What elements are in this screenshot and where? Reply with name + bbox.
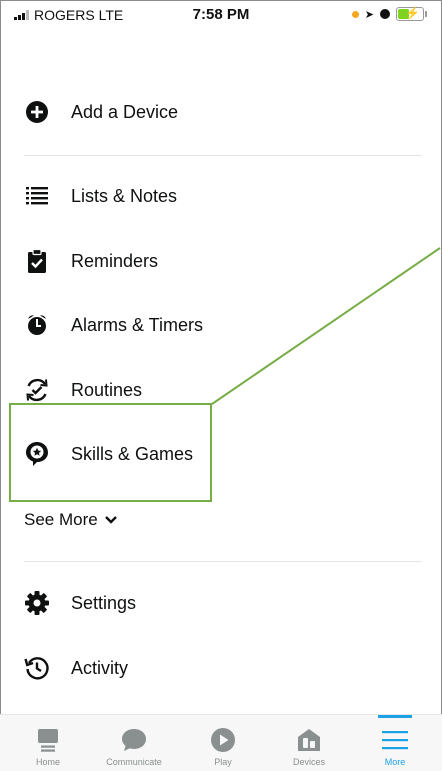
hamburger-menu-icon <box>381 727 409 753</box>
tab-home[interactable]: Home <box>8 715 88 771</box>
tab-bar: Home Communicate Play Devices More <box>0 714 442 771</box>
tab-communicate[interactable]: Communicate <box>94 715 174 771</box>
tab-label-devices: Devices <box>292 757 325 767</box>
tab-label-play: Play <box>214 757 232 767</box>
tab-label-communicate: Communicate <box>106 757 162 767</box>
tab-more[interactable]: More <box>355 715 435 771</box>
devices-house-icon <box>295 727 323 753</box>
tab-devices[interactable]: Devices <box>269 715 349 771</box>
speech-bubble-icon <box>120 727 148 753</box>
play-icon <box>209 727 237 753</box>
tab-play[interactable]: Play <box>183 715 263 771</box>
tab-label-more: More <box>384 757 406 767</box>
home-icon <box>34 727 62 753</box>
annotation-line <box>211 247 441 405</box>
tab-label-home: Home <box>35 757 60 767</box>
